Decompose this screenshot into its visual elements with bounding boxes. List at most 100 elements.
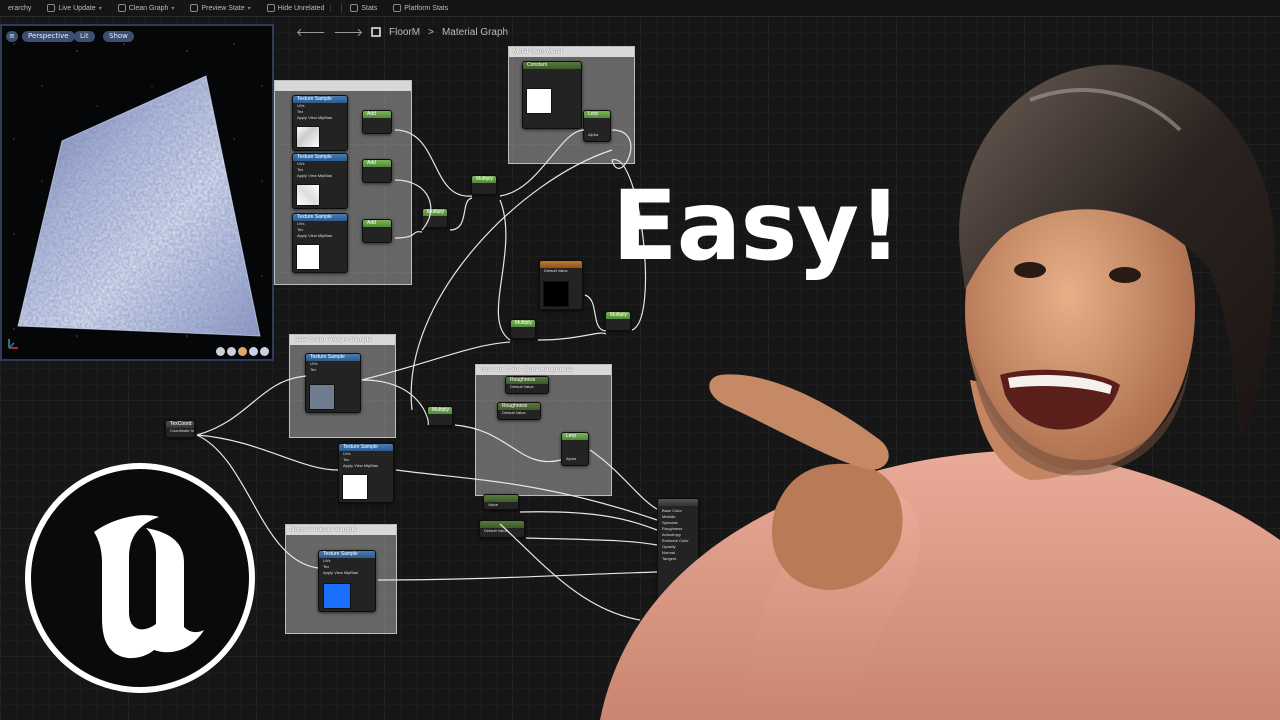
scalar-param-node-2[interactable]: Roughness Default Value: [497, 402, 541, 420]
comment-title: Base Color Texture Sample: [290, 335, 395, 345]
axis-gizmo-icon: [8, 339, 18, 349]
toolbar-hierarchy[interactable]: erarchy: [0, 0, 39, 17]
pin-default-value: Default Value: [484, 528, 508, 533]
preview-viewport[interactable]: ≡ Perspective Lit Show: [0, 24, 274, 361]
pin-mip: Apply View MipBias: [343, 463, 379, 468]
multiply-node-5[interactable]: Multiply: [427, 406, 453, 426]
lit-button[interactable]: Lit: [74, 31, 95, 42]
toolbar-clean-graph[interactable]: Clean Graph ▾: [110, 0, 183, 17]
pin-mip: Apply View MipBias: [297, 233, 333, 238]
perspective-button[interactable]: Perspective: [22, 31, 75, 42]
teapot-icon[interactable]: [260, 347, 269, 356]
sphere-icon[interactable]: [216, 347, 225, 356]
toolbar-preview-state[interactable]: Preview State ▾: [182, 0, 258, 17]
chevron-down-icon: ▾: [171, 5, 175, 12]
chevron-down-icon: ▾: [247, 5, 251, 12]
toolbar-label: Hide Unrelated: [277, 4, 325, 12]
toolbar-label: Preview State: [201, 4, 245, 12]
multiply-node-2[interactable]: Multiply: [471, 175, 497, 195]
graph-toolbar: erarchy Live Update ▾ Clean Graph ▾ Prev…: [0, 0, 1280, 17]
hamburger-icon[interactable]: ≡: [6, 31, 18, 42]
cylinder-icon[interactable]: [249, 347, 258, 356]
add-node-2[interactable]: Add: [362, 159, 392, 183]
toolbar-label: Live Update: [58, 4, 96, 12]
pin-mip: Apply View MipBias: [297, 115, 333, 120]
graph-icon: [371, 27, 381, 37]
node-title: Add: [363, 111, 391, 118]
pin-mip: Apply View MipBias: [297, 173, 333, 178]
stats-icon: [350, 4, 359, 12]
normal-preview: [323, 583, 351, 609]
texture-sample-base-color[interactable]: Texture Sample UVs Tex: [305, 353, 361, 413]
white-swatch: [526, 88, 552, 114]
hide-unrelated-icon: [266, 4, 275, 12]
toolbar-label: Clean Graph: [128, 4, 169, 12]
node-title: Texture Sample: [293, 214, 347, 221]
pin-mip: Apply View MipBias: [323, 570, 359, 575]
toolbar-label: Stats: [361, 4, 378, 12]
texcoord-node[interactable]: TexCoord Coordinate Index: [165, 420, 195, 438]
toolbar-label: erarchy: [8, 4, 32, 12]
arrow-left-icon[interactable]: 🡐: [296, 25, 326, 39]
toolbar-hide-unrelated[interactable]: Hide Unrelated ⋮: [259, 0, 342, 17]
scalar-param-node-3[interactable]: Default Value: [479, 520, 525, 538]
unreal-engine-logo-icon: [25, 463, 255, 693]
scalar-param-node-1[interactable]: Roughness Default Value: [505, 376, 549, 394]
presenter-photo: [600, 64, 1280, 720]
comment-title: [275, 81, 411, 91]
node-title: Roughness: [506, 377, 548, 384]
breadcrumb-asset[interactable]: FloorM: [389, 27, 420, 38]
node-title: Add: [363, 160, 391, 167]
texture-preview: [296, 244, 320, 270]
node-title: Texture Sample: [293, 96, 347, 103]
add-node-1[interactable]: Add: [362, 110, 392, 134]
texture-sample-node-mid[interactable]: Texture Sample UVs Tex Apply View MipBia…: [338, 443, 394, 503]
node-title: Multiply: [428, 407, 452, 414]
node-title: Add: [363, 220, 391, 227]
viewport-shape-buttons[interactable]: [216, 347, 269, 356]
toolbar-stats[interactable]: Stats: [342, 0, 385, 17]
texture-sample-node-2[interactable]: Texture Sample UVs Tex Apply View MipBia…: [292, 153, 348, 209]
live-update-icon: [47, 4, 56, 12]
texture-preview: [296, 184, 320, 206]
node-title: Multiply: [511, 320, 535, 327]
breadcrumb-graph[interactable]: Material Graph: [442, 27, 508, 38]
texture-sample-normal[interactable]: Texture Sample UVs Tex Apply View MipBia…: [318, 550, 376, 612]
arrow-right-icon[interactable]: 🡒: [334, 25, 364, 39]
breadcrumb: 🡐 🡒 FloorM > Material Graph: [296, 22, 508, 42]
node-title: Multiply: [423, 209, 447, 216]
multiply-node-1[interactable]: Multiply: [422, 208, 448, 228]
clean-graph-icon: [117, 4, 126, 12]
toolbar-live-update[interactable]: Live Update ▾: [39, 0, 109, 17]
texture-sample-node-1[interactable]: Texture Sample UVs Tex Apply View MipBia…: [292, 95, 348, 151]
node-title: Texture Sample: [293, 154, 347, 161]
node-title: Roughness: [498, 403, 540, 410]
pin-coord-index: Coordinate Index: [170, 428, 195, 433]
cube-icon[interactable]: [238, 347, 247, 356]
pin-default-value: Default Value: [502, 410, 526, 415]
pin-tex: Tex: [310, 367, 317, 372]
texture-preview: [309, 384, 335, 410]
preview-state-icon: [190, 4, 199, 12]
pin-value: Value: [488, 502, 498, 507]
show-button[interactable]: Show: [103, 31, 134, 42]
chevron-down-icon: ▾: [98, 5, 102, 12]
headline-text: Easy!: [612, 170, 902, 282]
texture-sample-node-3[interactable]: Texture Sample UVs Tex Apply View MipBia…: [292, 213, 348, 273]
node-title: Texture Sample: [319, 551, 375, 558]
texture-preview: [342, 474, 368, 500]
comment-title: Normal Texture Sample: [286, 525, 396, 535]
node-title: TexCoord: [166, 421, 194, 428]
toolbar-label: Platform Stats: [404, 4, 449, 12]
toolbar-platform-stats[interactable]: Platform Stats: [385, 0, 456, 17]
texture-preview: [296, 126, 320, 148]
node-title: Texture Sample: [339, 444, 393, 451]
multiply-node-4[interactable]: Multiply: [510, 319, 536, 339]
floor-plane-preview: [17, 75, 261, 337]
breadcrumb-separator: >: [428, 26, 434, 38]
more-icon: ⋮: [327, 5, 334, 12]
platform-stats-icon: [393, 4, 402, 12]
add-node-3[interactable]: Add: [362, 219, 392, 243]
plane-icon[interactable]: [227, 347, 236, 356]
constant-value-node[interactable]: Value: [483, 494, 519, 510]
